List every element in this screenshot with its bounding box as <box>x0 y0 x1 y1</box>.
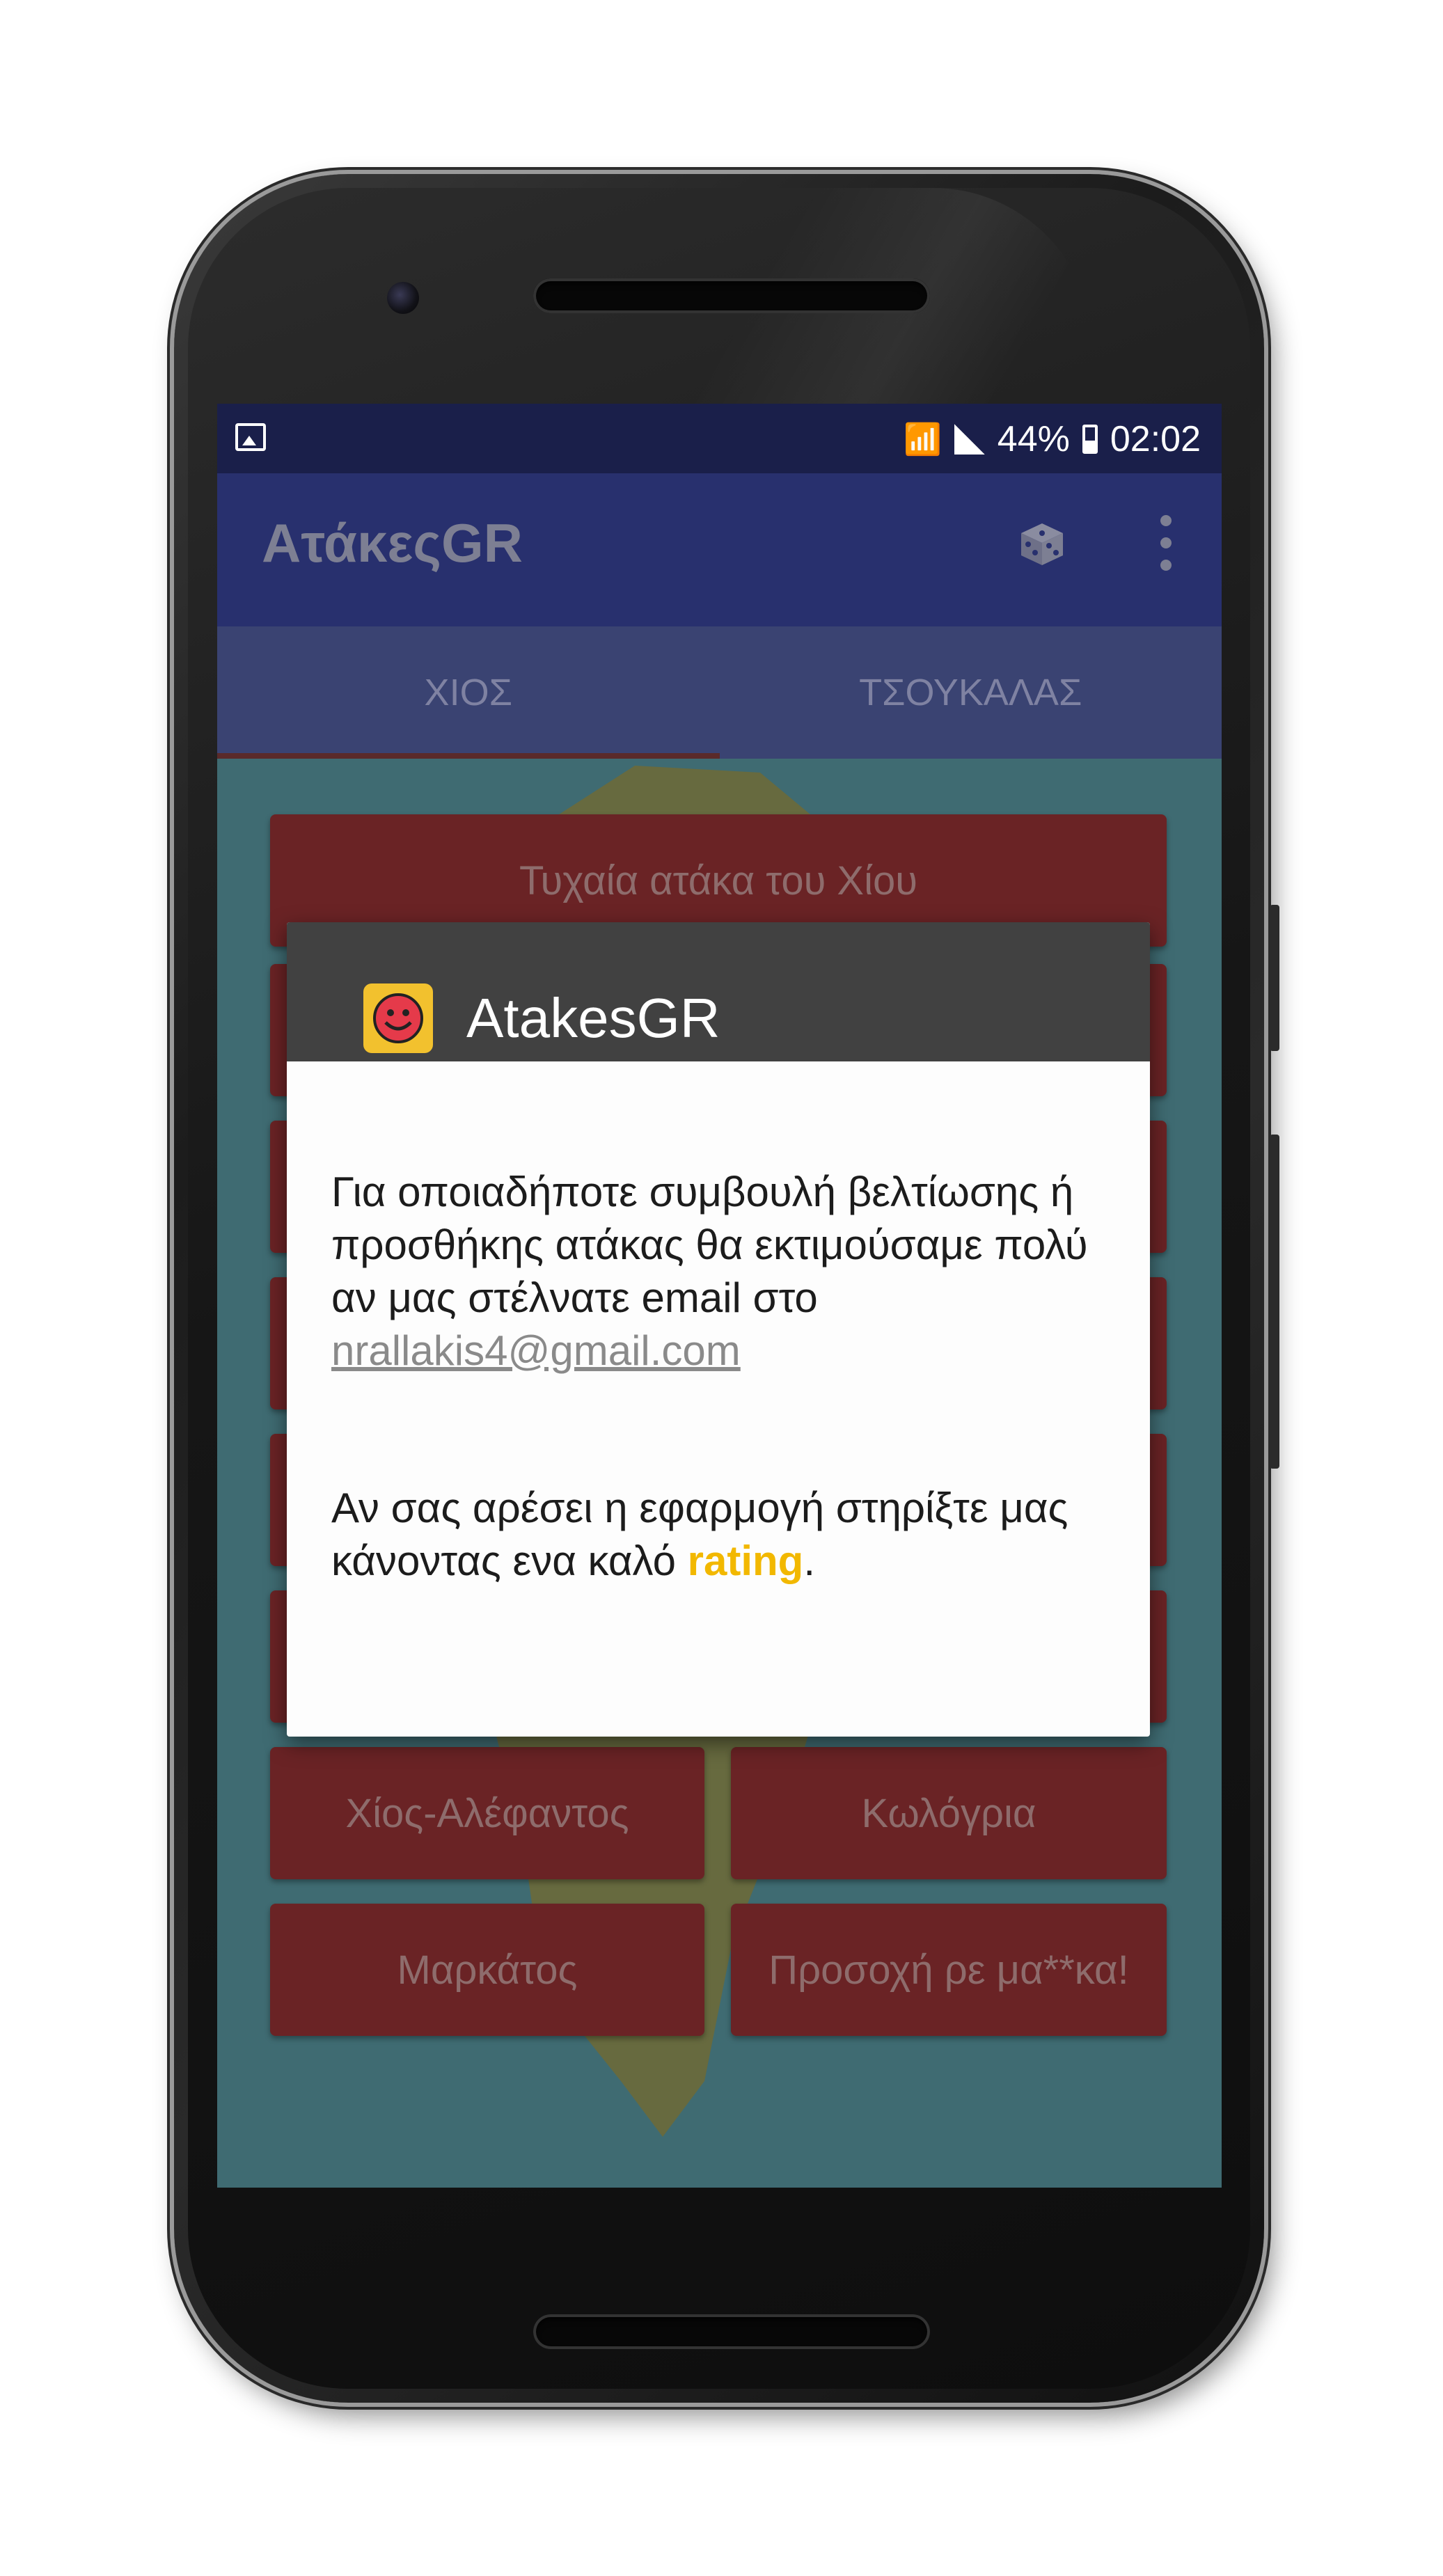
bottom-speaker <box>533 2314 930 2349</box>
about-dialog: AtakesGR Για οποιαδήποτε συμβουλή βελτίω… <box>287 922 1150 1737</box>
kologria-button[interactable]: Κωλόγρια <box>731 1747 1167 1879</box>
feedback-text: Για οποιαδήποτε συμβουλή βελτίωσης ή προ… <box>331 1169 1088 1321</box>
tab-xios-label: ΧΙΟΣ <box>424 672 512 713</box>
tab-tsoukalas-label: ΤΣΟΥΚΑΛΑΣ <box>859 672 1082 713</box>
image-notification-icon <box>235 423 266 451</box>
smiley-app-icon <box>363 983 433 1053</box>
markatos-label: Μαρκάτος <box>397 1947 578 1993</box>
front-camera <box>387 282 419 314</box>
wifi-icon: 📶 <box>903 422 942 457</box>
prosoxi-label: Προσοχή ρε μα**κα! <box>768 1947 1129 1993</box>
signal-icon <box>954 424 985 455</box>
rating-link[interactable]: rating <box>688 1538 804 1584</box>
dialog-paragraph-feedback: Για οποιαδήποτε συμβουλή βελτίωσης ή προ… <box>331 1166 1111 1377</box>
xios-alefantos-label: Χίος-Αλέφαντος <box>345 1790 629 1836</box>
dialog-header: AtakesGR <box>287 922 1150 1061</box>
clock: 02:02 <box>1110 419 1201 459</box>
dialog-title: AtakesGR <box>466 987 720 1049</box>
rating-period: . <box>803 1538 815 1584</box>
email-link[interactable]: nrallakis4@gmail.com <box>331 1327 741 1374</box>
tab-bar: ΧΙΟΣ ΤΣΟΥΚΑΛΑΣ <box>217 626 1222 759</box>
status-icons: 📶 44% 02:02 <box>904 415 1201 464</box>
xios-alefantos-button[interactable]: Χίος-Αλέφαντος <box>270 1747 704 1879</box>
power-button[interactable] <box>1270 905 1279 1051</box>
battery-icon <box>1082 425 1098 454</box>
kologria-label: Κωλόγρια <box>861 1790 1036 1836</box>
dialog-paragraph-rating: Αν σας αρέσει η εφαρμογή στηρίξτε μας κά… <box>331 1482 1111 1588</box>
app-title: ΑτάκεςGR <box>262 512 523 574</box>
dialog-body: Για οποιαδήποτε συμβουλή βελτίωσης ή προ… <box>331 1166 1111 1588</box>
volume-button[interactable] <box>1270 1135 1279 1469</box>
app-bar: ΑτάκεςGR <box>217 473 1222 626</box>
dice-icon[interactable] <box>1014 515 1069 569</box>
prosoxi-button[interactable]: Προσοχή ρε μα**κα! <box>731 1904 1167 2036</box>
earpiece-speaker <box>533 278 930 313</box>
tab-xios[interactable]: ΧΙΟΣ <box>217 626 720 759</box>
battery-percent: 44% <box>997 419 1070 459</box>
random-phrase-label: Τυχαία ατάκα του Χίου <box>519 858 917 903</box>
markatos-button[interactable]: Μαρκάτος <box>270 1904 704 2036</box>
overflow-menu-icon[interactable] <box>1159 515 1173 571</box>
tab-tsoukalas[interactable]: ΤΣΟΥΚΑΛΑΣ <box>720 626 1222 759</box>
status-bar: 📶 44% 02:02 <box>217 404 1222 473</box>
